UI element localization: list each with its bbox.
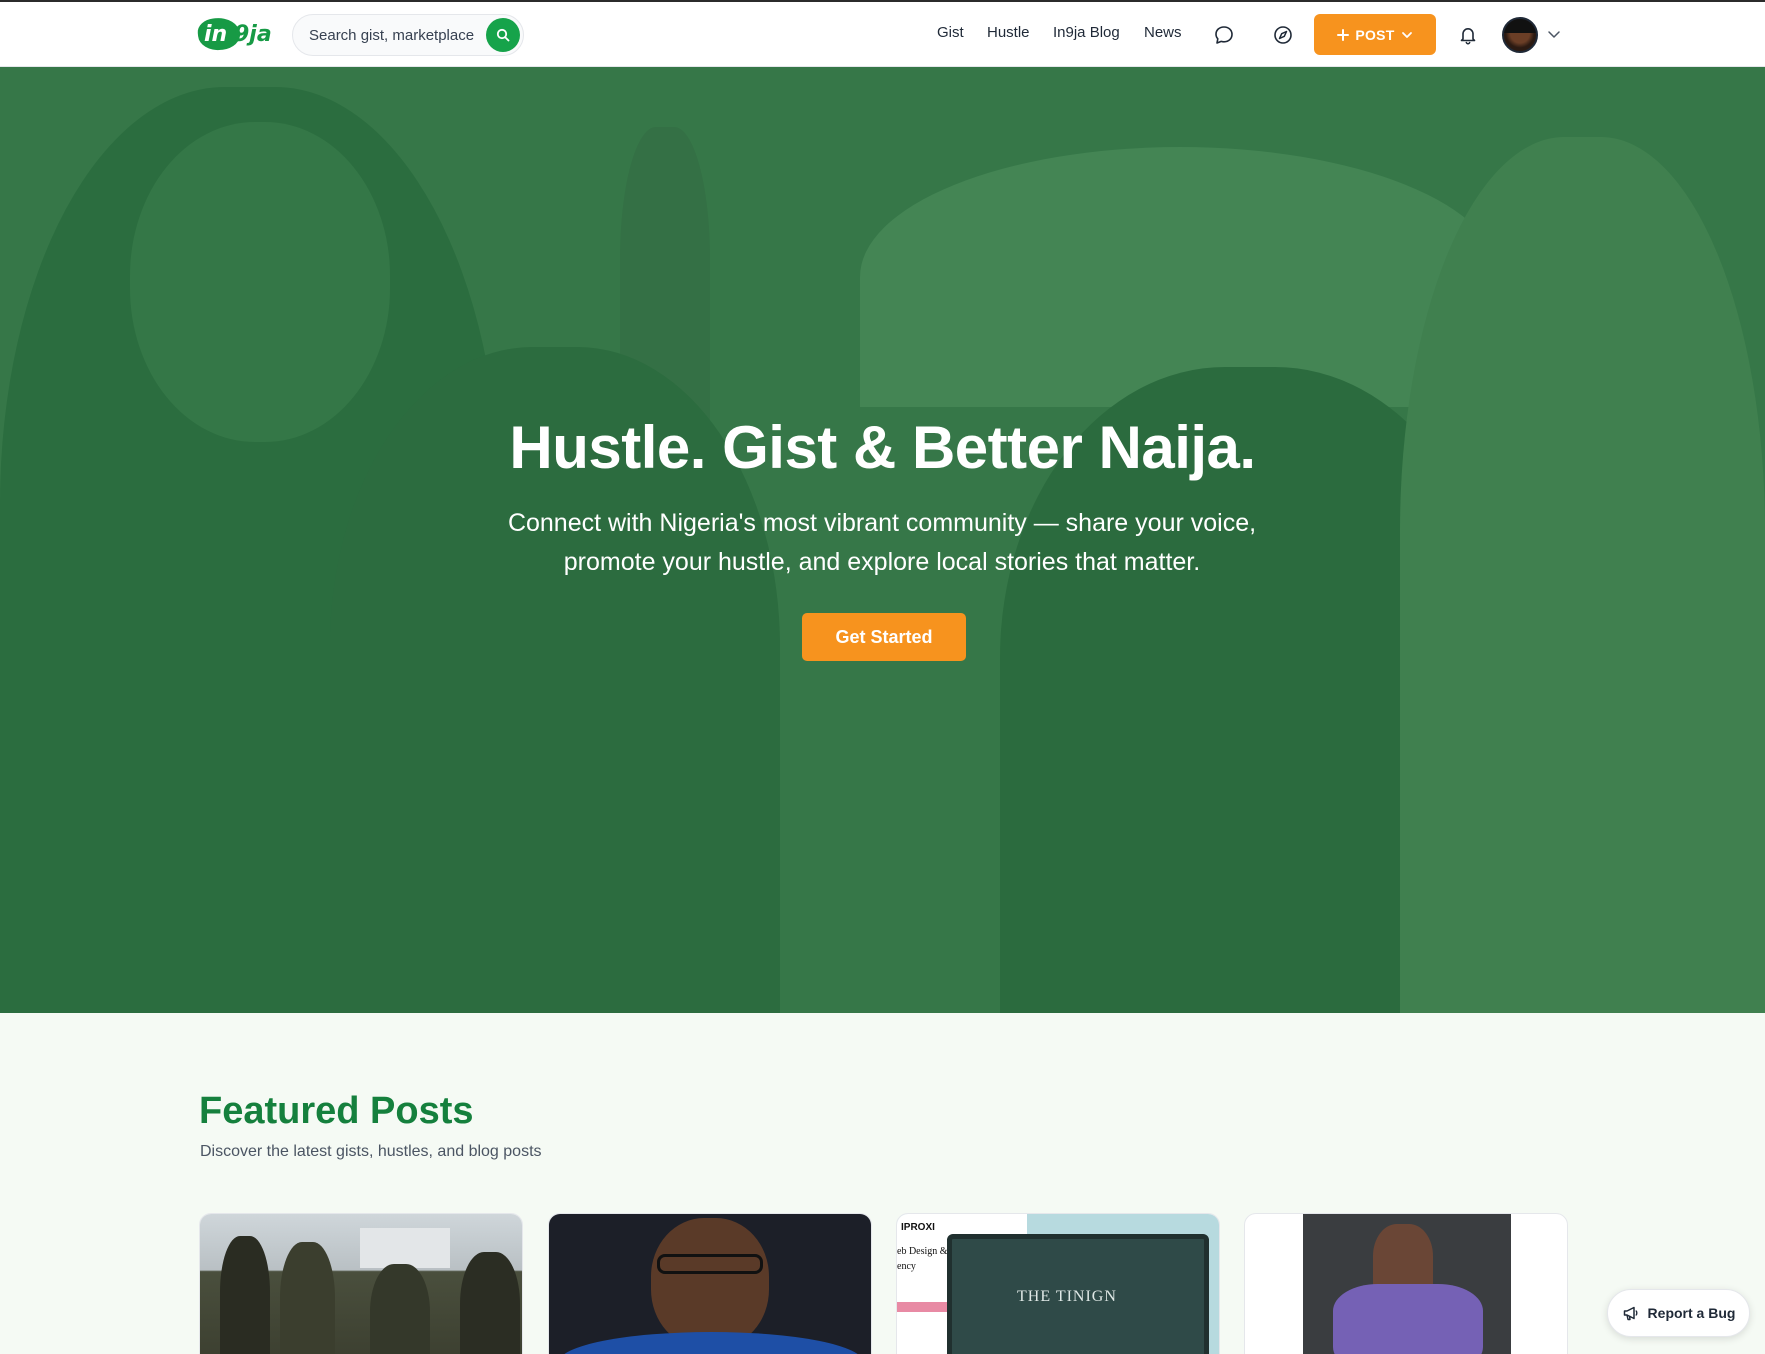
screenshot-button bbox=[897, 1302, 947, 1312]
featured-posts-subtitle: Discover the latest gists, hustles, and … bbox=[200, 1143, 542, 1160]
photo-officer-1 bbox=[220, 1236, 270, 1354]
featured-posts-title: Featured Posts bbox=[199, 1090, 474, 1132]
photo-officer-4 bbox=[460, 1252, 520, 1354]
featured-card-portrait[interactable] bbox=[548, 1213, 872, 1354]
user-avatar[interactable] bbox=[1502, 17, 1538, 53]
hero-section: Hustle. Gist & Better Naija. Connect wit… bbox=[0, 67, 1765, 1013]
megaphone-icon bbox=[1623, 1306, 1638, 1321]
search-button[interactable] bbox=[486, 18, 520, 52]
report-bug-label: Report a Bug bbox=[1647, 1305, 1736, 1321]
photo-officer-2 bbox=[280, 1242, 335, 1354]
photo-glasses bbox=[657, 1254, 763, 1274]
post-button-label: POST bbox=[1355, 26, 1395, 43]
nav-link-news[interactable]: News bbox=[1144, 24, 1182, 41]
police-officers-photo bbox=[200, 1214, 522, 1354]
bell-icon[interactable] bbox=[1455, 22, 1481, 48]
get-started-button[interactable]: Get Started bbox=[802, 613, 966, 661]
photo-head bbox=[651, 1218, 769, 1348]
hero-subtitle: Connect with Nigeria's most vibrant comm… bbox=[507, 509, 1257, 576]
featured-card-dance[interactable] bbox=[1244, 1213, 1568, 1354]
chevron-down-icon bbox=[1401, 31, 1412, 38]
search-icon bbox=[496, 28, 510, 42]
report-bug-button[interactable]: Report a Bug bbox=[1607, 1289, 1750, 1337]
search-bar bbox=[292, 14, 524, 56]
plus-icon bbox=[1337, 28, 1350, 41]
logo-text-9ja: 9ja bbox=[234, 22, 272, 47]
dancers-photo bbox=[1303, 1214, 1511, 1354]
man-in-blue-suit-photo bbox=[549, 1214, 871, 1354]
chat-icon[interactable] bbox=[1211, 22, 1237, 48]
featured-card-police[interactable] bbox=[199, 1213, 523, 1354]
photo-building bbox=[360, 1228, 450, 1268]
nav-link-in9ja-blog[interactable]: In9ja Blog bbox=[1053, 24, 1120, 41]
screenshot-brand: IPROXI bbox=[901, 1222, 935, 1233]
photo-suit bbox=[559, 1332, 863, 1354]
screenshot-laptop-title: THE TINIGN bbox=[1017, 1288, 1117, 1305]
avatar-hair bbox=[1504, 19, 1536, 33]
compass-icon[interactable] bbox=[1270, 22, 1296, 48]
in9ja-logo[interactable]: in 9ja bbox=[196, 15, 272, 53]
top-navbar: in 9ja Gist Hustle In9ja Blog News POST bbox=[0, 2, 1765, 67]
search-input[interactable] bbox=[309, 15, 479, 55]
web-design-agency-screenshot: IPROXI eb Design & Digital ency THE TINI… bbox=[897, 1214, 1219, 1354]
photo-officer-3 bbox=[370, 1264, 430, 1354]
nav-link-gist[interactable]: Gist bbox=[937, 24, 964, 41]
photo-dancer-body bbox=[1333, 1284, 1483, 1354]
featured-card-web-agency[interactable]: IPROXI eb Design & Digital ency THE TINI… bbox=[896, 1213, 1220, 1354]
hero-title: Hustle. Gist & Better Naija. bbox=[509, 414, 1256, 481]
nav-link-hustle[interactable]: Hustle bbox=[987, 24, 1030, 41]
post-button[interactable]: POST bbox=[1314, 14, 1436, 55]
logo-text-in: in bbox=[204, 22, 228, 47]
screenshot-heading-2: ency bbox=[897, 1261, 916, 1272]
chevron-down-icon[interactable] bbox=[1546, 26, 1562, 42]
